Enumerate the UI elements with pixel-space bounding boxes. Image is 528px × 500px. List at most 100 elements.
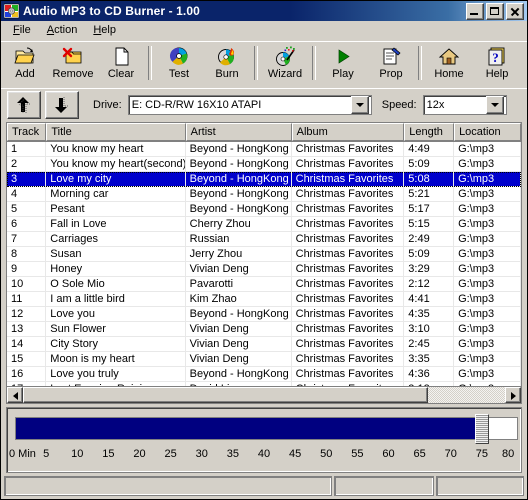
svg-text:?: ? <box>492 50 499 65</box>
table-row[interactable]: 13 Sun Flower Vivian Deng Christmas Favorit… <box>7 322 521 337</box>
cell-location: G:\mp3 <box>454 247 521 261</box>
toolbar-label-help: Help <box>485 68 509 80</box>
cell-album: Christmas Favorites <box>292 307 405 321</box>
properties-clipboard-icon <box>380 46 402 67</box>
scale-tick: 75 <box>475 448 488 460</box>
title-bar[interactable]: Audio MP3 to CD Burner - 1.00 <box>1 1 527 21</box>
column-header-title[interactable]: Title <box>46 123 186 141</box>
cell-title: Sun Flower <box>46 322 186 336</box>
table-row[interactable]: 8 Susan Jerry Zhou Christmas Favorites 5:09 G… <box>7 247 521 262</box>
table-row[interactable]: 15 Moon is my heart Vivian Deng Christmas F… <box>7 352 521 367</box>
table-row[interactable]: 12 Love you Beyond - HongKong Christmas Fav… <box>7 307 521 322</box>
cell-title: Love my city <box>46 172 186 186</box>
hscroll-track[interactable] <box>23 387 505 403</box>
toolbar-label-prop: Prop <box>379 68 403 80</box>
chevron-down-icon[interactable] <box>485 96 504 114</box>
cell-location: G:\mp3 <box>454 277 521 291</box>
toolbar-label-add: Add <box>15 68 35 80</box>
cell-track: 15 <box>7 352 47 366</box>
capacity-fill <box>16 418 482 439</box>
hscroll-thumb[interactable] <box>23 387 428 403</box>
toolbar-button-burn[interactable]: Burn <box>203 44 251 84</box>
table-row[interactable]: 4 Morning car Beyond - HongKong Christmas F… <box>7 187 521 202</box>
cd-burn-flame-icon <box>216 46 238 67</box>
cell-location: G:\mp3 <box>454 142 521 156</box>
cell-length: 2:49 <box>404 232 455 246</box>
toolbar-separator-2 <box>254 46 258 80</box>
cell-track: 6 <box>7 217 47 231</box>
table-row[interactable]: 1 You know my heart Beyond - HongKong Chris… <box>7 142 521 157</box>
main-toolbar: Add Remove Clear Test Burn Wizard Play P… <box>1 41 527 88</box>
move-down-button[interactable] <box>45 91 79 119</box>
cell-artist: Vivian Deng <box>186 337 292 351</box>
toolbar-button-clear[interactable]: Clear <box>97 44 145 84</box>
cell-title: Love you <box>46 307 186 321</box>
cell-artist: Vivian Deng <box>186 352 292 366</box>
cell-length: 5:08 <box>404 172 455 186</box>
speed-combobox-value: 12x <box>426 99 445 111</box>
toolbar-label-remove: Remove <box>52 68 94 80</box>
folder-delete-icon <box>62 46 84 67</box>
capacity-slider-thumb[interactable] <box>474 414 489 444</box>
cell-artist: Beyond - HongKong <box>186 367 292 381</box>
table-row[interactable]: 16 Love you truly Beyond - HongKong Christm… <box>7 367 521 382</box>
blank-page-icon <box>110 46 132 67</box>
menu-item-help[interactable]: Help <box>85 22 124 39</box>
cell-track: 4 <box>7 187 47 201</box>
cell-title: Susan <box>46 247 186 261</box>
toolbar-button-prop[interactable]: Prop <box>367 44 415 84</box>
toolbar-button-home[interactable]: Home <box>425 44 473 84</box>
scroll-left-button[interactable] <box>7 387 23 403</box>
table-row[interactable]: 10 O Sole Mio Pavarotti Christmas Favorites… <box>7 277 521 292</box>
table-row[interactable]: 2 You know my heart(second) Beyond - HongK… <box>7 157 521 172</box>
track-list-hscrollbar[interactable] <box>7 386 521 403</box>
column-header-location[interactable]: Location <box>454 123 521 141</box>
table-row[interactable]: 11 I am a little bird Kim Zhao Christmas Fa… <box>7 292 521 307</box>
column-header-length[interactable]: Length <box>404 123 455 141</box>
maximize-button[interactable] <box>486 2 504 20</box>
close-button[interactable] <box>506 2 524 20</box>
table-row[interactable]: 6 Fall in Love Cherry Zhou Christmas Favori… <box>7 217 521 232</box>
menu-item-file[interactable]: File <box>5 22 39 39</box>
cell-artist: Pavarotti <box>186 277 292 291</box>
scale-tick: 80 <box>501 448 515 460</box>
track-list: Track Title Artist Album Length Location… <box>6 122 522 404</box>
table-row[interactable]: 5 Pesant Beyond - HongKong Christmas Favori… <box>7 202 521 217</box>
cell-location: G:\mp3 <box>454 202 521 216</box>
menu-bar: File Action Help <box>1 21 527 41</box>
cell-artist: Russian <box>186 232 292 246</box>
cell-length: 5:15 <box>404 217 455 231</box>
minimize-button[interactable] <box>466 2 484 20</box>
status-panel-1 <box>4 476 332 496</box>
scroll-right-button[interactable] <box>505 387 521 403</box>
toolbar-button-test[interactable]: Test <box>155 44 203 84</box>
column-header-album[interactable]: Album <box>291 123 405 141</box>
track-list-body[interactable]: 1 You know my heart Beyond - HongKong Chris… <box>7 142 521 386</box>
cell-length: 5:09 <box>404 157 455 171</box>
scale-tick: 0 Min <box>9 448 36 460</box>
menu-item-action[interactable]: Action <box>39 22 86 39</box>
toolbar-label-wizard: Wizard <box>267 68 303 80</box>
cell-album: Christmas Favorites <box>292 352 405 366</box>
capacity-bar[interactable] <box>15 414 518 444</box>
toolbar-button-add[interactable]: Add <box>1 44 49 84</box>
table-row[interactable]: 7 Carriages Russian Christmas Favorites 2:49… <box>7 232 521 247</box>
table-row[interactable]: 9 Honey Vivian Deng Christmas Favorites 3:29… <box>7 262 521 277</box>
toolbar-button-play[interactable]: Play <box>319 44 367 84</box>
cell-track: 3 <box>7 172 47 186</box>
speed-combobox[interactable]: 12x <box>422 95 507 115</box>
toolbar-label-test: Test <box>168 68 190 80</box>
move-up-button[interactable] <box>7 91 41 119</box>
drive-combobox[interactable]: E: CD-R/RW 16X10 ATAPI <box>127 95 372 115</box>
column-header-artist[interactable]: Artist <box>185 123 292 141</box>
cell-album: Christmas Favorites <box>292 292 405 306</box>
cell-artist: Beyond - HongKong <box>186 307 292 321</box>
question-book-icon: ? <box>486 46 508 67</box>
chevron-down-icon[interactable] <box>350 96 369 114</box>
toolbar-button-help[interactable]: ? Help <box>473 44 521 84</box>
toolbar-button-wizard[interactable]: Wizard <box>261 44 309 84</box>
table-row[interactable]: 14 City Story Vivian Deng Christmas Favorit… <box>7 337 521 352</box>
toolbar-button-remove[interactable]: Remove <box>49 44 97 84</box>
column-header-track[interactable]: Track <box>7 123 47 141</box>
table-row[interactable]: 3 Love my city Beyond - HongKong Christmas … <box>7 172 521 187</box>
